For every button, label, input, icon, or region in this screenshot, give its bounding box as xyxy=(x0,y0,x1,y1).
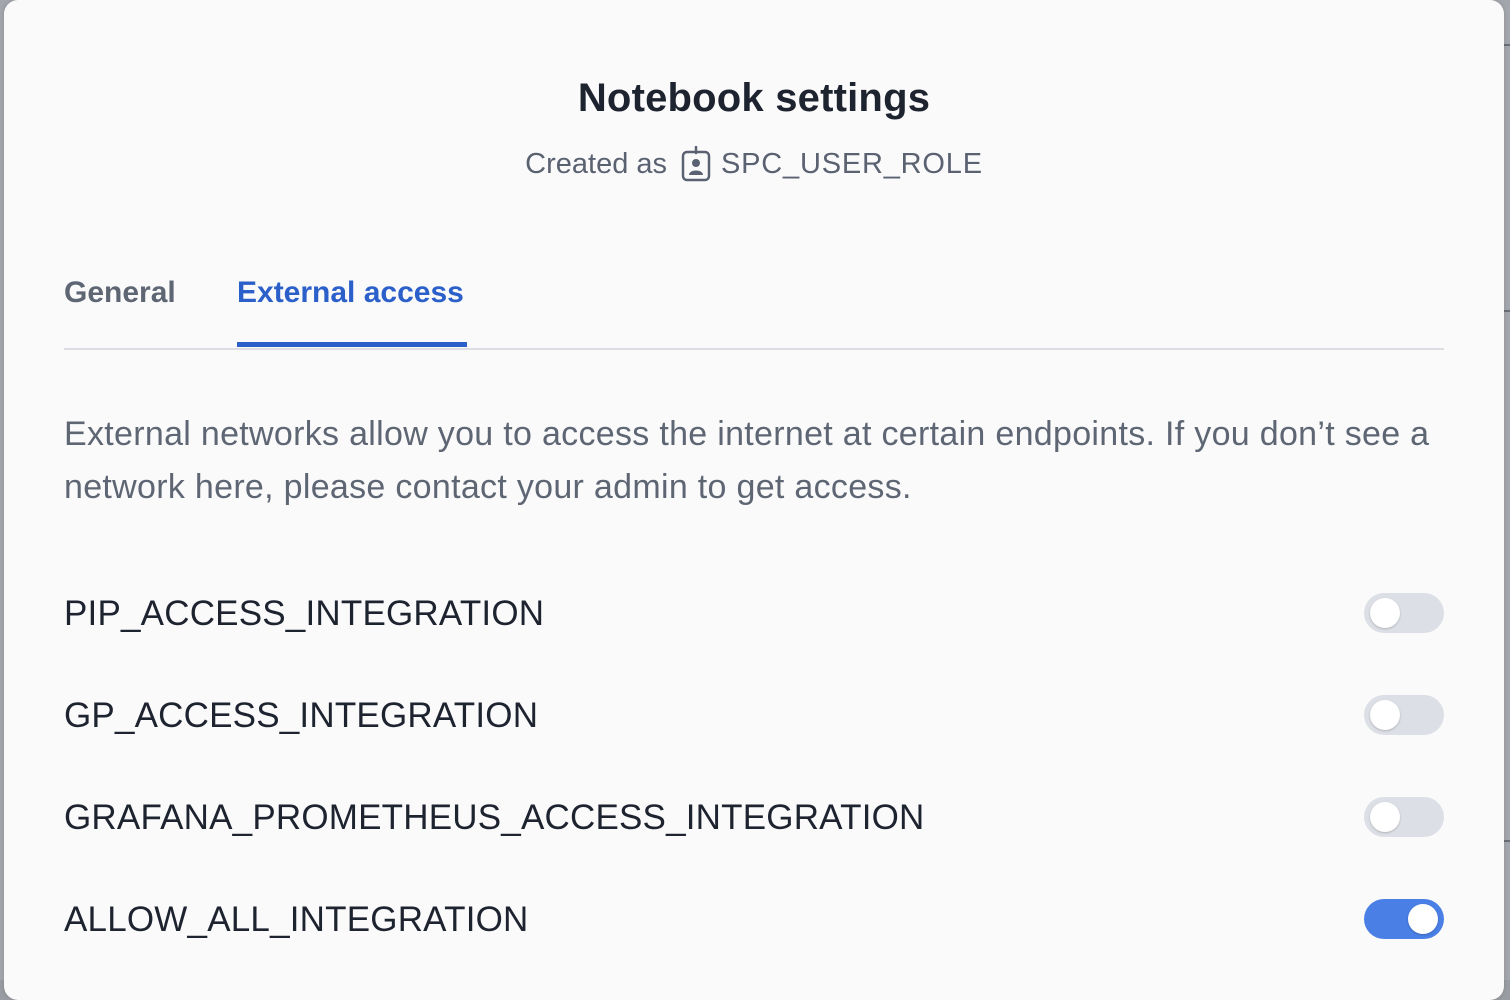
list-item: GP_ACCESS_INTEGRATION xyxy=(64,664,1444,766)
created-as-label: Created as xyxy=(525,147,668,180)
toggle-knob xyxy=(1370,700,1400,730)
grafana-prometheus-access-integration-toggle[interactable] xyxy=(1364,797,1444,837)
toggle-knob xyxy=(1370,802,1400,832)
integration-name: GP_ACCESS_INTEGRATION xyxy=(64,696,539,735)
dialog-title: Notebook settings xyxy=(577,76,931,120)
list-item: GRAFANA_PROMETHEUS_ACCESS_INTEGRATION xyxy=(64,766,1444,868)
created-as-line: Created as SPC_USER_ROLE xyxy=(4,145,1504,182)
integration-name: GRAFANA_PROMETHEUS_ACCESS_INTEGRATION xyxy=(64,798,925,837)
pip-access-integration-toggle[interactable] xyxy=(1364,593,1444,633)
gp-access-integration-toggle[interactable] xyxy=(1364,695,1444,735)
settings-tabs: General External access xyxy=(64,268,1444,350)
toggle-knob xyxy=(1370,598,1400,628)
allow-all-integration-toggle[interactable] xyxy=(1364,899,1444,939)
integration-list: PIP_ACCESS_INTEGRATION GP_ACCESS_INTEGRA… xyxy=(64,562,1444,970)
notebook-settings-dialog: Notebook settings Created as SPC_USER_RO… xyxy=(4,0,1504,1000)
role-name: SPC_USER_ROLE xyxy=(721,147,983,180)
toggle-knob xyxy=(1408,904,1438,934)
background-divider xyxy=(1504,840,1510,842)
background-divider xyxy=(1504,310,1510,312)
tab-general[interactable]: General xyxy=(64,276,176,310)
integration-name: PIP_ACCESS_INTEGRATION xyxy=(64,594,545,633)
id-badge-icon xyxy=(681,145,711,182)
list-item: PIP_ACCESS_INTEGRATION xyxy=(64,562,1444,664)
tab-external-access[interactable]: External access xyxy=(237,276,464,310)
external-access-description: External networks allow you to access th… xyxy=(64,415,1430,506)
list-item: ALLOW_ALL_INTEGRATION xyxy=(64,868,1444,970)
active-tab-indicator xyxy=(237,342,467,347)
background-divider xyxy=(1504,44,1510,46)
integration-name: ALLOW_ALL_INTEGRATION xyxy=(64,900,529,939)
